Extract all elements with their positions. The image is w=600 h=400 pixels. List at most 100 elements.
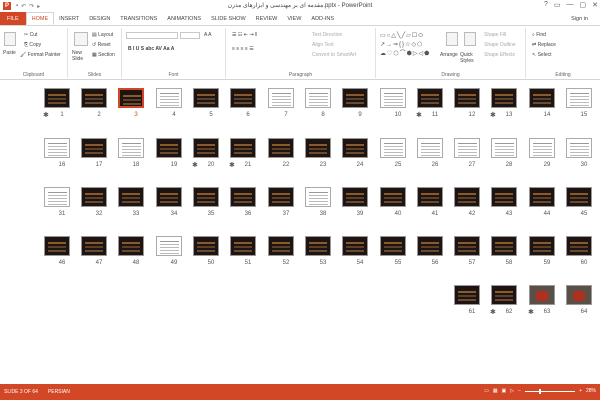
sign-in-link[interactable]: Sign in [571,16,588,22]
font-family-dropdown[interactable] [126,32,178,39]
zoom-slider[interactable] [525,388,576,394]
copy-button[interactable]: ⎘ Copy [24,42,41,48]
tab-insert[interactable]: INSERT [54,12,84,25]
tab-design[interactable]: DESIGN [84,12,115,25]
slide-thumbnail-59[interactable] [529,236,555,256]
tab-view[interactable]: VIEW [282,12,306,25]
slide-thumbnail-1[interactable] [44,88,70,108]
slide-thumbnail-8[interactable] [305,88,331,108]
slide-thumbnail-6[interactable] [230,88,256,108]
slide-thumbnail-55[interactable] [380,236,406,256]
replace-button[interactable]: ⇄ Replace [532,42,556,48]
animation-star-icon[interactable]: ✱ [43,111,49,119]
language-indicator[interactable]: PERSIAN [48,389,70,395]
slide-thumbnail-28[interactable] [491,138,517,158]
slide-thumbnail-41[interactable] [417,187,443,207]
slide-thumbnail-35[interactable] [193,187,219,207]
animation-star-icon[interactable]: ✱ [416,111,422,119]
quick-styles-icon[interactable] [464,32,476,46]
slideshow-view-icon[interactable]: ▷ [510,388,514,394]
tab-animations[interactable]: ANIMATIONS [162,12,206,25]
paste-icon[interactable] [4,32,16,46]
slide-thumbnail-26[interactable] [417,138,443,158]
ribbon-display-button[interactable]: ▭ [554,1,561,9]
tab-add-ins[interactable]: ADD-INS [306,12,339,25]
convert-smartart-button[interactable]: Convert to SmartArt [312,52,356,58]
tab-slide-show[interactable]: SLIDE SHOW [206,12,251,25]
zoom-out-icon[interactable]: − [518,388,521,394]
animation-star-icon[interactable]: ✱ [490,308,496,316]
slide-thumbnail-50[interactable] [193,236,219,256]
format-painter-button[interactable]: 🖌 Format Painter [20,52,61,58]
tab-home[interactable]: HOME [25,12,55,25]
slide-thumbnail-2[interactable] [81,88,107,108]
slide-sorter-view-icon[interactable]: ▦ [493,388,498,394]
shape-fill-button[interactable]: Shape Fill [484,32,506,38]
maximize-button[interactable]: ▢ [580,1,587,9]
slide-thumbnail-32[interactable] [81,187,107,207]
slide-thumbnail-31[interactable] [44,187,70,207]
section-button[interactable]: ▦ Section [92,52,115,58]
slide-thumbnail-16[interactable] [44,138,70,158]
slide-thumbnail-45[interactable] [566,187,592,207]
slide-thumbnail-23[interactable] [305,138,331,158]
slide-thumbnail-40[interactable] [380,187,406,207]
arrange-icon[interactable] [446,32,458,46]
help-button[interactable]: ? [544,1,548,9]
font-size-dropdown[interactable] [180,32,200,39]
slide-thumbnail-63[interactable] [529,285,555,305]
slide-thumbnail-56[interactable] [417,236,443,256]
paste-button[interactable]: Paste [3,50,16,56]
slide-thumbnail-42[interactable] [454,187,480,207]
slide-thumbnail-17[interactable] [81,138,107,158]
slide-thumbnail-43[interactable] [491,187,517,207]
slide-thumbnail-52[interactable] [268,236,294,256]
slide-thumbnail-30[interactable] [566,138,592,158]
slide-thumbnail-53[interactable] [305,236,331,256]
slide-thumbnail-22[interactable] [268,138,294,158]
slide-thumbnail-19[interactable] [156,138,182,158]
find-button[interactable]: ⌕ Find [532,32,546,38]
tab-file[interactable]: FILE [0,12,26,25]
slide-thumbnail-39[interactable] [342,187,368,207]
animation-star-icon[interactable]: ✱ [192,161,198,169]
zoom-in-icon[interactable]: + [579,388,582,394]
slide-thumbnail-37[interactable] [268,187,294,207]
slide-thumbnail-24[interactable] [342,138,368,158]
layout-button[interactable]: ▤ Layout [92,32,113,38]
animation-star-icon[interactable]: ✱ [229,161,235,169]
slide-thumbnail-60[interactable] [566,236,592,256]
shape-outline-button[interactable]: Shape Outline [484,42,516,48]
font-style-buttons[interactable]: B I U S abc AV Aa A [128,46,174,52]
close-button[interactable]: ✕ [592,1,598,9]
slide-thumbnail-25[interactable] [380,138,406,158]
arrange-button[interactable]: Arrange [440,52,458,58]
slide-thumbnail-3[interactable] [118,88,144,108]
slide-thumbnail-33[interactable] [118,187,144,207]
slide-thumbnail-27[interactable] [454,138,480,158]
zoom-level[interactable]: 28% [586,388,596,394]
slide-thumbnail-18[interactable] [118,138,144,158]
slide-thumbnail-9[interactable] [342,88,368,108]
slide-thumbnail-10[interactable] [380,88,406,108]
normal-view-icon[interactable]: ▭ [484,388,489,394]
slide-thumbnail-44[interactable] [529,187,555,207]
animation-star-icon[interactable]: ✱ [528,308,534,316]
shapes-gallery[interactable]: ▭○△╲╱▱☐⬭ ↗→⇒{}☆◇⬠ ☁♡⬡⌒⬢▷◁⬟ [380,32,440,60]
align-icons[interactable]: ≡ ≡ ≡ ≡ ☰ [232,46,254,52]
quick-styles-button[interactable]: Quick Styles [460,52,478,64]
slide-thumbnail-54[interactable] [342,236,368,256]
text-direction-button[interactable]: Text Direction [312,32,342,38]
slide-thumbnail-36[interactable] [230,187,256,207]
slide-thumbnail-48[interactable] [118,236,144,256]
slide-thumbnail-64[interactable] [566,285,592,305]
slide-thumbnail-7[interactable] [268,88,294,108]
slide-thumbnail-57[interactable] [454,236,480,256]
slide-thumbnail-38[interactable] [305,187,331,207]
slide-thumbnail-51[interactable] [230,236,256,256]
slide-thumbnail-12[interactable] [454,88,480,108]
grow-font-icon[interactable]: A A [204,32,212,38]
slide-thumbnail-62[interactable] [491,285,517,305]
slide-thumbnail-61[interactable] [454,285,480,305]
slide-thumbnail-58[interactable] [491,236,517,256]
